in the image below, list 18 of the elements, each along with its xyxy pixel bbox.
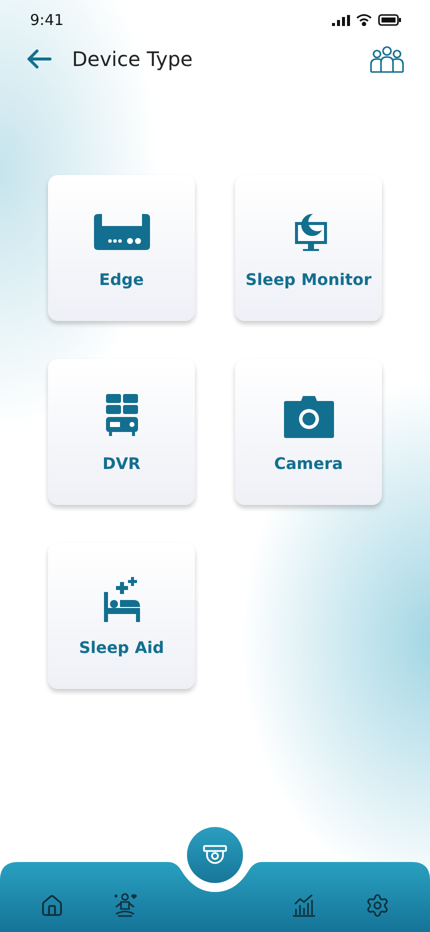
device-card[interactable]: DVR: [48, 359, 195, 505]
meditation-button[interactable]: [112, 892, 138, 918]
group-button[interactable]: [370, 45, 404, 73]
signal-icon: [332, 14, 350, 26]
device-card[interactable]: Edge: [48, 175, 195, 321]
back-button[interactable]: [26, 49, 52, 69]
chart-button[interactable]: [290, 892, 317, 918]
battery-icon: [378, 14, 402, 26]
settings-button[interactable]: [365, 893, 390, 918]
home-button[interactable]: [40, 894, 64, 918]
device-card[interactable]: Sleep Aid: [48, 543, 195, 689]
device-card[interactable]: Camera: [235, 359, 382, 505]
wifi-icon: [356, 14, 372, 26]
status-time: 9:41: [30, 11, 64, 29]
device-card[interactable]: Sleep Monitor: [235, 175, 382, 321]
security-camera-icon: [202, 844, 228, 866]
security-camera-button[interactable]: [186, 827, 242, 883]
page-title: Device Type: [72, 47, 194, 71]
